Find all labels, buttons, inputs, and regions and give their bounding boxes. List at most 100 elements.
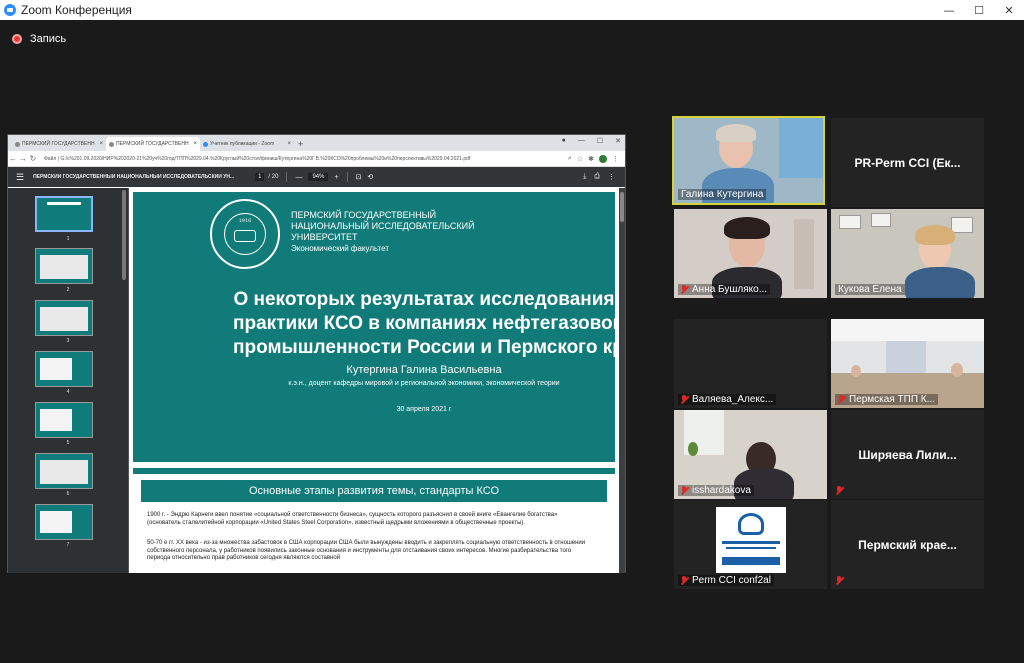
participant-tile[interactable]: Пермский крае... (831, 500, 984, 589)
close-button[interactable]: ✕ (994, 0, 1024, 20)
participant-display-name: Ширяева Лили... (858, 447, 957, 462)
toolbar-divider (346, 172, 348, 182)
thumbnail-page[interactable] (35, 248, 93, 284)
participant-tile[interactable]: Анна Бушляко... (674, 209, 827, 298)
meeting-area: Запись ПЕРМСКИЙ ГОСУДАРСТВЕНН × ПЕРМСКИЙ … (0, 20, 1024, 663)
ceiling (831, 319, 984, 341)
extensions-area: ⌕ ☆ ✱ ⋮ (568, 154, 619, 163)
slide2-heading: Основные этапы развития темы, стандарты … (141, 480, 607, 502)
pdf-toolbar: ☰ ПЕРМСКИЙ ГОСУДАРСТВЕННЫЙ НАЦИОНАЛЬНЫЙ … (8, 167, 625, 187)
minimize-button[interactable]: — (934, 0, 964, 20)
zoom-level-input[interactable]: 94% (308, 173, 329, 181)
participant-tile[interactable]: Валяева_Алекс... (674, 319, 827, 408)
slide2-paragraph: 50-70 е гг. XX века - из-за множества за… (147, 540, 586, 561)
video-window (794, 219, 814, 289)
zoom-lens-icon[interactable]: ⌕ (568, 155, 572, 163)
record-icon (12, 34, 22, 44)
participant-name: Пермская ТПП К... (849, 394, 935, 405)
pdf-page: 1916 ПЕРМСКИЙ ГОСУДАРСТВЕННЫЙ НАЦИОНАЛЬН… (129, 188, 619, 573)
browser-tabbar: ПЕРМСКИЙ ГОСУДАРСТВЕНН × ПЕРМСКИЙ ГОСУДАР… (8, 135, 625, 151)
slide-title-line: практики КСО в компаниях нефтегазовой (233, 313, 619, 334)
participant-tile[interactable]: Кукова Елена (831, 209, 984, 298)
thumbnail-content (40, 358, 72, 380)
thumbnail-number: 5 (66, 440, 70, 446)
browser-tab[interactable]: Учетник публикации - Zoom × (200, 137, 294, 151)
participant-tile[interactable]: PR-Perm CCI (Ек... (831, 118, 984, 207)
thumbnail-page[interactable] (35, 196, 93, 232)
participant-tile[interactable]: Ширяева Лили... (831, 410, 984, 499)
university-line: НАЦИОНАЛЬНЫЙ ИССЛЕДОВАТЕЛЬСКИЙ (291, 221, 475, 231)
rotate-icon[interactable]: ⟲ (367, 173, 373, 181)
pdf-favicon-icon (15, 142, 20, 147)
close-tab-icon[interactable]: × (99, 141, 103, 147)
person-body (905, 267, 975, 298)
page-number-input[interactable]: 1 (255, 173, 265, 181)
browser-tab-active[interactable]: ПЕРМСКИЙ ГОСУДАРСТВЕНН × (106, 137, 200, 151)
thumbnail-content (40, 409, 72, 431)
muted-mic-icon (836, 486, 843, 495)
reload-icon[interactable]: ↻ (28, 154, 38, 163)
person-head (851, 365, 861, 377)
scrollbar-thumb[interactable] (620, 192, 624, 222)
thumbnail-page[interactable] (35, 402, 93, 438)
muted-mic-icon (681, 486, 688, 495)
participant-name-muted: Perm CCI conf2al (678, 575, 774, 586)
account-icon[interactable]: ● (562, 137, 566, 145)
slide-title: О некоторых результатах исследования пра… (133, 288, 619, 360)
close-tab-icon[interactable]: × (287, 141, 291, 147)
participant-name-muted: Пермская ТПП К... (835, 394, 938, 405)
profile-avatar-icon[interactable] (599, 154, 607, 163)
participant-tile[interactable]: Perm CCI conf2al (674, 500, 827, 589)
person-head (951, 363, 963, 377)
maximize-button[interactable]: ☐ (964, 0, 994, 20)
back-icon[interactable]: ← (8, 154, 18, 163)
thumbnail-page[interactable] (35, 300, 93, 336)
url-field[interactable]: Файл | G:/с%201.09.2020/НИР%202020-21%20… (44, 156, 564, 162)
thumbnail-page[interactable] (35, 351, 93, 387)
participant-display-name: Пермский крае... (858, 537, 957, 552)
participant-display-name: PR-Perm CCI (Ек... (854, 155, 961, 170)
fit-page-icon[interactable]: ⊡ (356, 173, 362, 181)
wall-frame (951, 217, 973, 233)
browser-window-controls: ● — ☐ ✕ (562, 137, 621, 145)
browser-tab-label: ПЕРМСКИЙ ГОСУДАРСТВЕНН (22, 141, 95, 147)
thumbnail-page[interactable] (35, 504, 93, 540)
chamber-of-commerce-logo (716, 507, 786, 573)
browser-maximize-icon[interactable]: ☐ (597, 137, 603, 145)
thumbnail-page[interactable] (35, 453, 93, 489)
thumbnail-line (47, 202, 81, 205)
muted-mic-icon (681, 395, 688, 404)
participant-tile[interactable]: Пермская ТПП К... (831, 319, 984, 408)
page-scrollbar[interactable] (619, 188, 625, 573)
forward-icon[interactable]: → (18, 154, 28, 163)
bookmark-star-icon[interactable]: ☆ (577, 155, 583, 163)
browser-minimize-icon[interactable]: — (578, 137, 585, 145)
download-icon[interactable]: ⤓ (583, 173, 586, 181)
participant-tile-active-speaker[interactable]: Галина Кутергина (672, 116, 825, 205)
hamburger-menu-icon[interactable]: ☰ (16, 172, 24, 183)
person-hair (724, 217, 770, 239)
browser-tab[interactable]: ПЕРМСКИЙ ГОСУДАРСТВЕНН × (12, 137, 106, 151)
second-slide: Основные этапы развития темы, стандарты … (133, 468, 615, 573)
extensions-puzzle-icon[interactable]: ✱ (588, 155, 594, 163)
participant-name: Кукова Елена (835, 284, 905, 295)
print-icon[interactable]: ⎙ (594, 173, 600, 181)
thumbnail-number: 4 (66, 389, 70, 395)
zoom-out-icon[interactable]: — (295, 174, 302, 181)
thumbnail-scrollbar[interactable] (122, 190, 126, 280)
participant-tile[interactable]: isshardakova (674, 410, 827, 499)
recording-indicator[interactable]: Запись (12, 33, 66, 45)
zoom-app-icon (4, 4, 16, 16)
new-tab-button[interactable]: + (298, 137, 303, 151)
browser-tab-label: ПЕРМСКИЙ ГОСУДАРСТВЕНН (116, 141, 189, 147)
participant-name: Галина Кутергина (678, 189, 767, 200)
video-wall-map (779, 118, 823, 178)
more-options-icon[interactable]: ⋮ (608, 173, 615, 181)
thumbnail-number: 7 (66, 542, 70, 548)
browser-close-icon[interactable]: ✕ (615, 137, 621, 145)
zoom-in-icon[interactable]: + (334, 174, 338, 181)
close-tab-icon[interactable]: × (193, 141, 197, 147)
menu-dots-icon[interactable]: ⋮ (612, 155, 619, 163)
title-slide: 1916 ПЕРМСКИЙ ГОСУДАРСТВЕННЫЙ НАЦИОНАЛЬН… (133, 192, 619, 462)
seal-emblem (234, 230, 256, 242)
